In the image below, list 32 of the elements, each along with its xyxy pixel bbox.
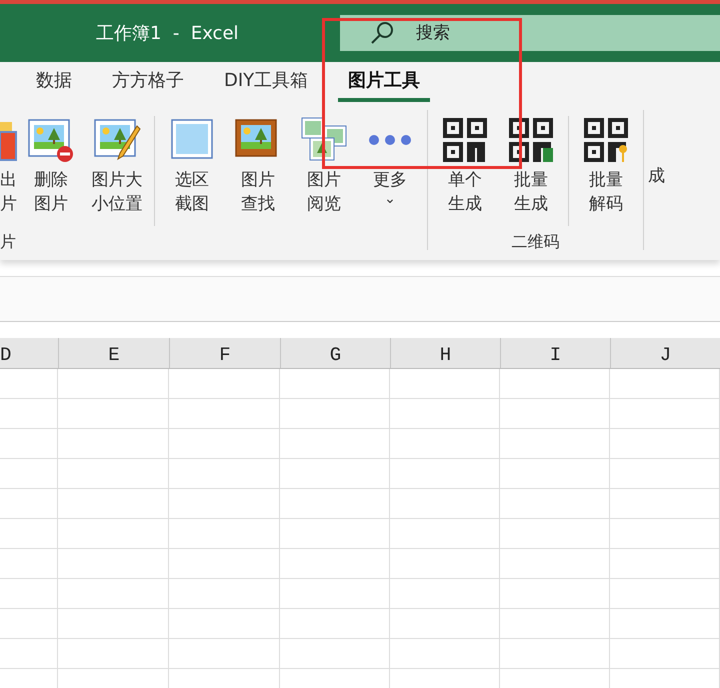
column-header[interactable]: G: [280, 338, 390, 368]
group-label: 二维码: [512, 232, 560, 253]
search-icon: [370, 21, 396, 45]
search-field[interactable]: 搜索: [414, 22, 538, 44]
ribbon-button[interactable]: 图片阅览: [291, 116, 357, 216]
qr-code-icon: [442, 116, 488, 164]
column-header[interactable]: F: [168, 338, 280, 368]
ribbon-tab[interactable]: 方方格子: [102, 62, 194, 102]
column-header[interactable]: H: [390, 338, 500, 368]
caret-icon: ⌄: [384, 192, 396, 206]
ribbon-button[interactable]: 批量解码: [573, 116, 639, 216]
column-header[interactable]: J: [610, 338, 720, 368]
ribbon-button[interactable]: 图片大小位置: [84, 116, 150, 216]
ribbon-button[interactable]: 成: [648, 116, 666, 188]
ribbon-button[interactable]: 更多 ⌄: [357, 116, 423, 206]
ribbon-tab[interactable]: 图片工具: [338, 62, 430, 102]
ribbon-button[interactable]: 单个生成: [432, 116, 498, 216]
ribbon-button[interactable]: 批量生成: [498, 116, 564, 216]
ribbon-button[interactable]: 删除图片: [18, 116, 84, 216]
ribbon-tab[interactable]: DIY工具箱: [214, 62, 318, 102]
column-header[interactable]: E: [58, 338, 169, 368]
more-icon: [368, 134, 412, 146]
column-header[interactable]: I: [500, 338, 610, 368]
window-title: 工作簿1 - Excel: [96, 22, 240, 45]
qr-key-icon: [583, 116, 629, 164]
ribbon-button[interactable]: 图片查找: [225, 116, 291, 216]
qr-list-icon: [508, 116, 554, 164]
ribbon-tab[interactable]: 数据: [26, 62, 82, 102]
ribbon-button[interactable]: 出片: [0, 116, 18, 216]
column-header[interactable]: D: [0, 338, 58, 368]
ribbon-button[interactable]: 选区截图: [159, 116, 225, 216]
group-label: 片: [0, 232, 16, 253]
